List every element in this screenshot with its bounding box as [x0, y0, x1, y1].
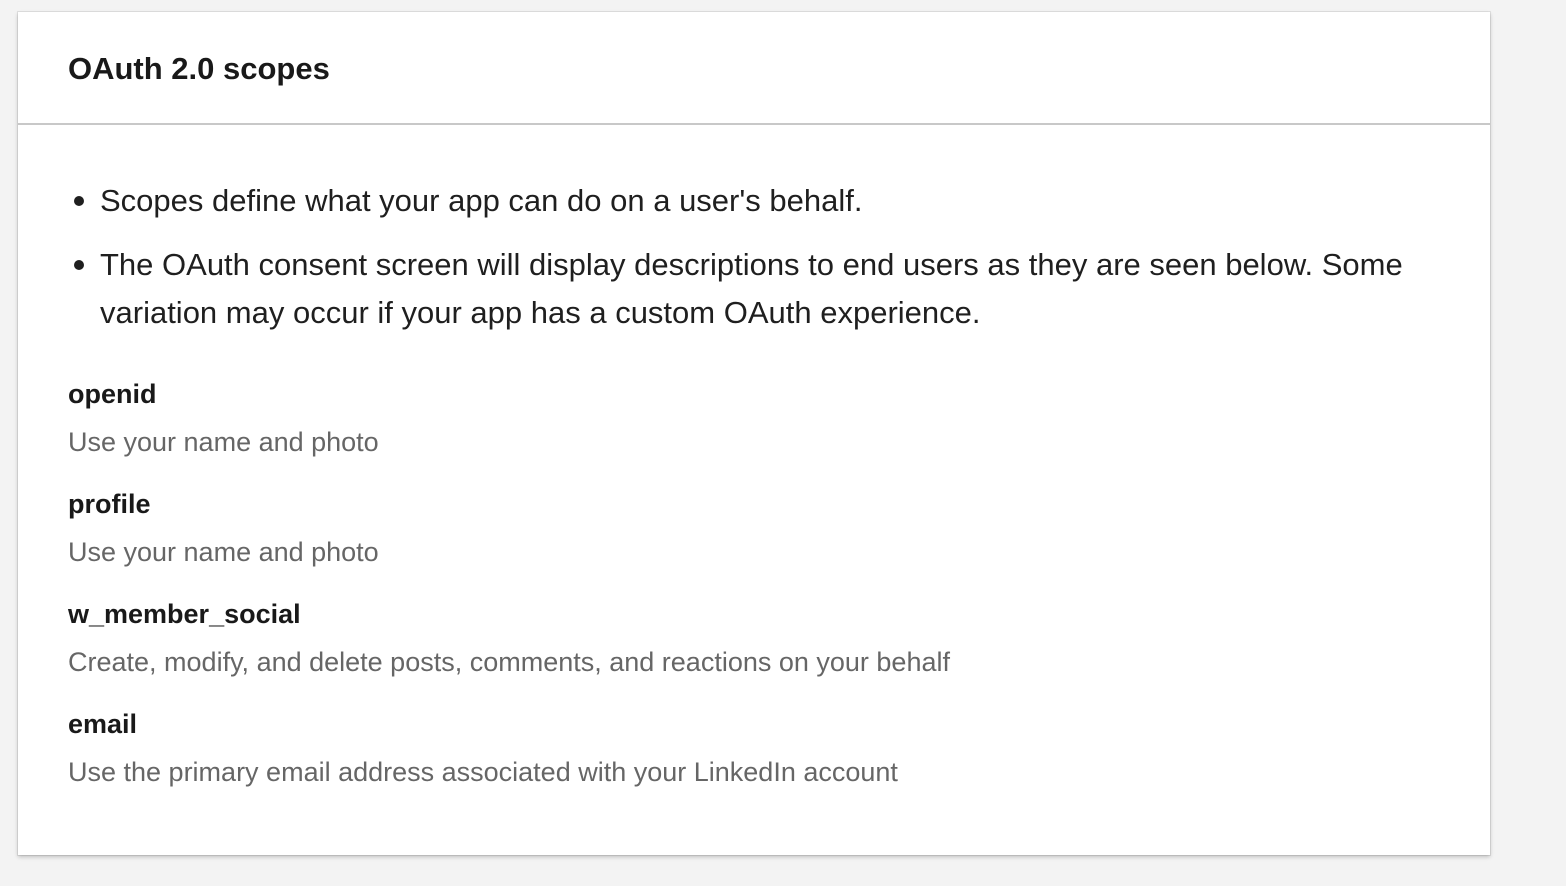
scope-item-profile: profile Use your name and photo [68, 485, 1440, 581]
card-title: OAuth 2.0 scopes [68, 51, 330, 86]
scope-description: Use the primary email address associated… [68, 757, 898, 787]
info-bullet-text: Scopes define what your app can do on a … [100, 183, 863, 218]
scope-item-w-member-social: w_member_social Create, modify, and dele… [68, 595, 1440, 691]
scope-description: Use your name and photo [68, 537, 379, 567]
info-bullet-text: The OAuth consent screen will display de… [100, 247, 1403, 330]
info-bullet-list: Scopes define what your app can do on a … [68, 177, 1440, 337]
scope-name: email [68, 709, 138, 739]
info-bullet-item: Scopes define what your app can do on a … [68, 177, 1440, 225]
scope-name: w_member_social [68, 599, 301, 629]
scope-item-openid: openid Use your name and photo [68, 375, 1440, 471]
scope-description: Use your name and photo [68, 427, 379, 457]
bullet-dot-icon [74, 196, 84, 206]
scope-list: openid Use your name and photo profile U… [68, 375, 1440, 801]
scope-description: Create, modify, and delete posts, commen… [68, 647, 950, 677]
scope-item-email: email Use the primary email address asso… [68, 705, 1440, 801]
card-body: Scopes define what your app can do on a … [18, 125, 1490, 801]
card-header: OAuth 2.0 scopes [18, 12, 1490, 125]
scope-name: openid [68, 379, 157, 409]
bullet-dot-icon [74, 260, 84, 270]
oauth-scopes-card: OAuth 2.0 scopes Scopes define what your… [18, 12, 1490, 855]
scope-name: profile [68, 489, 151, 519]
info-bullet-item: The OAuth consent screen will display de… [68, 241, 1440, 337]
